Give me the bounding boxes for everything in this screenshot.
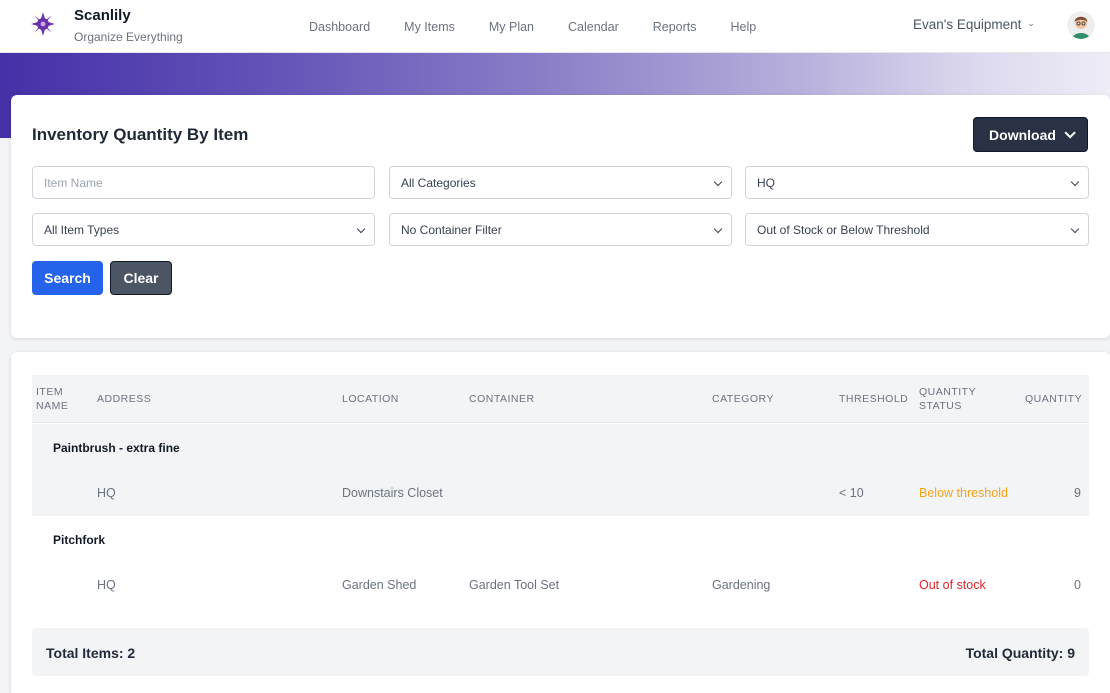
brand-name[interactable]: Scanlily [74,7,131,24]
item-name-placeholder: Item Name [44,175,103,190]
account-switcher[interactable]: Evan's Equipment ⌄ [913,17,1035,32]
clear-button[interactable]: Clear [110,261,172,295]
cell-quantity: 9 [1074,486,1081,500]
chevron-down-icon [713,177,723,187]
account-name: Evan's Equipment [913,17,1022,32]
cell-quantity-status: Out of stock [919,578,986,592]
container-select-value: No Container Filter [401,222,502,237]
cell-address: HQ [97,486,116,500]
table-row[interactable]: HQ Downstairs Closet < 10 Below threshol… [32,470,1089,516]
nav-my-items[interactable]: My Items [387,20,472,34]
search-button[interactable]: Search [32,261,103,295]
chevron-down-icon [1070,177,1080,187]
column-header-category[interactable]: Category [712,392,774,406]
nav-calendar[interactable]: Calendar [551,20,636,34]
chevron-down-icon [1070,224,1080,234]
cell-threshold: < 10 [839,486,864,500]
item-name-input[interactable]: Item Name [32,166,375,199]
item-group-row: Pitchfork [32,516,1089,562]
column-header-location[interactable]: Location [342,392,399,406]
column-header-quantity[interactable]: Quantity [1025,392,1082,406]
address-select[interactable]: HQ [745,166,1089,199]
download-button[interactable]: Download [973,117,1088,152]
cell-container: Garden Tool Set [469,578,560,592]
item-group-name[interactable]: Paintbrush - extra fine [53,441,180,455]
total-quantity: Total Quantity: 9 [965,645,1075,661]
column-header-threshold[interactable]: Threshold [839,392,908,406]
total-items: Total Items: 2 [46,645,136,661]
container-select[interactable]: No Container Filter [389,213,732,246]
table-header: Item Name Address Location Container Cat… [32,375,1089,423]
nav-help[interactable]: Help [714,20,774,34]
item-type-select-value: All Item Types [44,222,120,237]
cell-quantity: 0 [1074,578,1081,592]
chevron-down-icon [1064,126,1076,139]
cell-address: HQ [97,578,116,592]
chevron-down-icon: ⌄ [1027,18,1035,28]
top-navbar: Scanlily Organize Everything Dashboard M… [0,0,1110,53]
cell-quantity-status: Below threshold [919,486,1008,500]
totals-bar: Total Items: 2 Total Quantity: 9 [32,628,1089,676]
page-title: Inventory Quantity By Item [32,125,249,144]
cell-location: Downstairs Closet [342,486,443,500]
category-select-value: All Categories [401,175,476,190]
user-avatar[interactable] [1067,11,1095,39]
column-header-quantity-status[interactable]: Quantity Status [919,385,999,413]
report-filter-card: Inventory Quantity By Item Download Item… [11,95,1110,338]
chevron-down-icon [713,224,723,234]
column-header-item-name[interactable]: Item Name [36,385,86,413]
column-header-address[interactable]: Address [97,392,151,406]
main-nav: Dashboard My Items My Plan Calendar Repo… [292,0,773,53]
stock-status-select[interactable]: Out of Stock or Below Threshold [745,213,1089,246]
chevron-down-icon [356,224,366,234]
cell-category: Gardening [712,578,771,592]
download-label: Download [989,126,1056,143]
cell-location: Garden Shed [342,578,417,592]
category-select[interactable]: All Categories [389,166,732,199]
scanlily-logo-icon[interactable] [30,11,56,37]
item-group-name[interactable]: Pitchfork [53,533,105,547]
results-card: Item Name Address Location Container Cat… [11,352,1110,693]
stock-status-select-value: Out of Stock or Below Threshold [757,222,930,237]
brand-tagline: Organize Everything [74,30,183,44]
table-row[interactable]: HQ Garden Shed Garden Tool Set Gardening… [32,562,1089,608]
address-select-value: HQ [757,175,775,190]
item-type-select[interactable]: All Item Types [32,213,375,246]
nav-reports[interactable]: Reports [636,20,714,34]
nav-dashboard[interactable]: Dashboard [292,20,387,34]
item-group-row: Paintbrush - extra fine [32,424,1089,470]
nav-my-plan[interactable]: My Plan [472,20,551,34]
column-header-container[interactable]: Container [469,392,535,406]
